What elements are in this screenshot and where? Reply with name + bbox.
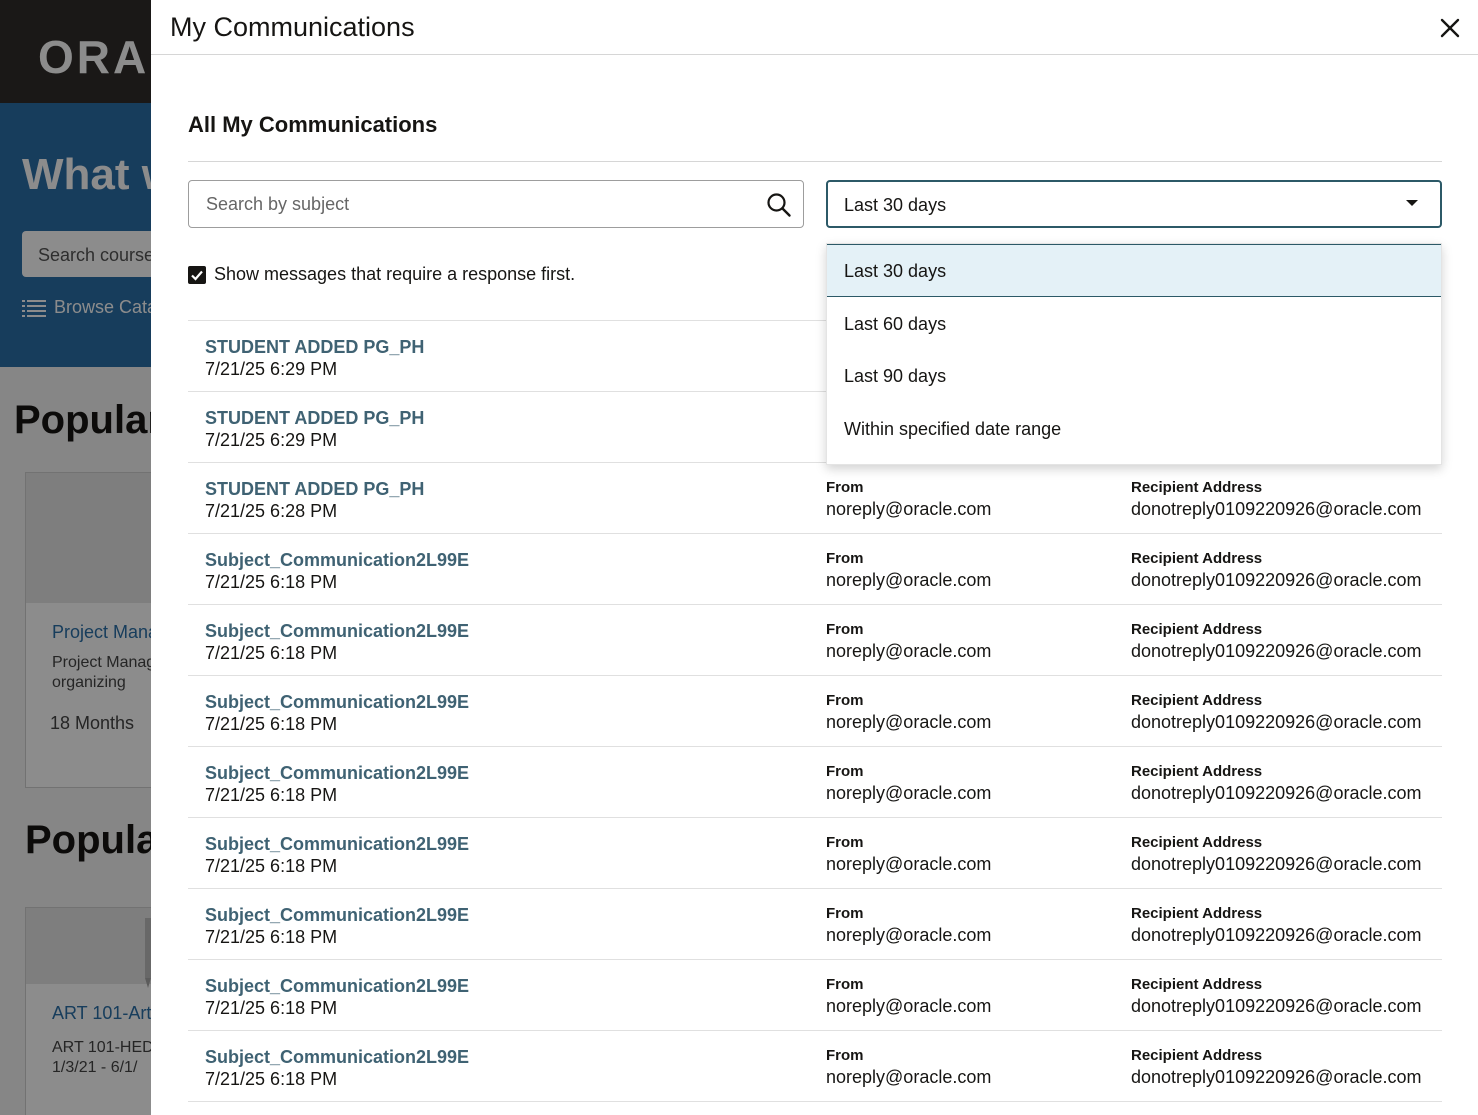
from-label: From — [826, 692, 864, 709]
table-row: Subject_Communication2L99E 7/21/25 6:18 … — [188, 676, 1442, 747]
message-date: 7/21/25 6:29 PM — [205, 359, 338, 379]
divider — [188, 161, 1442, 162]
message-subject-link[interactable]: Subject_Communication2L99E — [205, 905, 469, 926]
message-subject-link[interactable]: STUDENT ADDED PG_PH — [205, 408, 424, 429]
recipient-address: donotreply0109220926@oracle.com — [1131, 641, 1422, 661]
option-last-90-days[interactable]: Last 90 days — [827, 349, 1441, 402]
recipient-label: Recipient Address — [1131, 692, 1263, 709]
option-last-30-days[interactable]: Last 30 days — [827, 244, 1441, 297]
from-address: noreply@oracle.com — [826, 854, 992, 874]
option-last-60-days[interactable]: Last 60 days — [827, 297, 1441, 350]
message-date: 7/21/25 6:18 PM — [205, 714, 338, 734]
recipient-address: donotreply0109220926@oracle.com — [1131, 783, 1422, 803]
from-label: From — [826, 763, 864, 780]
section-title: All My Communications — [188, 112, 438, 137]
message-subject-link[interactable]: Subject_Communication2L99E — [205, 1047, 469, 1068]
table-row: Subject_Communication2L99E 7/21/25 6:18 … — [188, 747, 1442, 818]
message-subject-link[interactable]: Subject_Communication2L99E — [205, 834, 469, 855]
message-date: 7/21/25 6:18 PM — [205, 856, 338, 876]
from-label: From — [826, 1047, 864, 1064]
message-date: 7/21/25 6:18 PM — [205, 643, 338, 663]
close-button[interactable] — [1436, 14, 1464, 42]
response-first-checkbox[interactable] — [188, 265, 206, 284]
search-icon[interactable] — [766, 192, 792, 218]
chevron-down-icon — [1406, 200, 1418, 206]
table-row: Subject_Communication2L99E 7/21/25 6:18 … — [188, 1031, 1442, 1102]
message-subject-link[interactable]: Subject_Communication2L99E — [205, 763, 469, 784]
checkmark-icon — [191, 270, 203, 281]
recipient-label: Recipient Address — [1131, 834, 1263, 851]
from-address: noreply@oracle.com — [826, 925, 992, 945]
recipient-address: donotreply0109220926@oracle.com — [1131, 854, 1422, 874]
from-address: noreply@oracle.com — [826, 499, 992, 519]
date-range-select[interactable]: Last 30 days — [826, 180, 1442, 228]
message-date: 7/21/25 6:29 PM — [205, 430, 338, 450]
message-date: 7/21/25 6:18 PM — [205, 1069, 338, 1089]
from-address: noreply@oracle.com — [826, 783, 992, 803]
recipient-address: donotreply0109220926@oracle.com — [1131, 712, 1422, 732]
recipient-address: donotreply0109220926@oracle.com — [1131, 996, 1422, 1016]
message-date: 7/21/25 6:28 PM — [205, 501, 338, 521]
table-row: Subject_Communication2L99E 7/21/25 6:18 … — [188, 960, 1442, 1031]
from-label: From — [826, 621, 864, 638]
from-address: noreply@oracle.com — [826, 570, 992, 590]
close-icon — [1440, 18, 1460, 38]
table-row: Subject_Communication2L99E 7/21/25 6:18 … — [188, 818, 1442, 889]
response-first-option: Show messages that require a response fi… — [188, 264, 575, 285]
recipient-label: Recipient Address — [1131, 763, 1263, 780]
message-date: 7/21/25 6:18 PM — [205, 572, 338, 592]
recipient-address: donotreply0109220926@oracle.com — [1131, 499, 1422, 519]
from-label: From — [826, 550, 864, 567]
message-date: 7/21/25 6:18 PM — [205, 998, 338, 1018]
recipient-label: Recipient Address — [1131, 905, 1263, 922]
from-address: noreply@oracle.com — [826, 641, 992, 661]
recipient-address: donotreply0109220926@oracle.com — [1131, 570, 1422, 590]
drawer-title: My Communications — [170, 12, 415, 42]
recipient-label: Recipient Address — [1131, 976, 1263, 993]
subject-search — [188, 180, 804, 228]
communications-drawer: My Communications All My Communications … — [151, 0, 1478, 1115]
message-date: 7/21/25 6:18 PM — [205, 927, 338, 947]
from-label: From — [826, 834, 864, 851]
search-input[interactable] — [189, 181, 749, 227]
table-row: Subject_Communication2L99E 7/21/25 6:18 … — [188, 889, 1442, 960]
from-label: From — [826, 479, 864, 496]
table-row: Subject_Communication2L99E 7/21/25 6:18 … — [188, 534, 1442, 605]
date-range-dropdown: Last 30 days Last 60 days Last 90 days W… — [826, 243, 1442, 465]
recipient-label: Recipient Address — [1131, 550, 1263, 567]
from-address: noreply@oracle.com — [826, 712, 992, 732]
message-subject-link[interactable]: Subject_Communication2L99E — [205, 621, 469, 642]
option-date-range[interactable]: Within specified date range — [827, 402, 1441, 455]
recipient-label: Recipient Address — [1131, 621, 1263, 638]
recipient-address: donotreply0109220926@oracle.com — [1131, 1067, 1422, 1087]
from-label: From — [826, 905, 864, 922]
drawer-header: My Communications — [151, 0, 1478, 55]
table-row: Subject_Communication2L99E 7/21/25 6:18 … — [188, 605, 1442, 676]
message-subject-link[interactable]: STUDENT ADDED PG_PH — [205, 479, 424, 500]
date-range-value: Last 30 days — [844, 195, 947, 215]
message-subject-link[interactable]: Subject_Communication2L99E — [205, 692, 469, 713]
table-row: STUDENT ADDED PG_PH 7/21/25 6:28 PM From… — [188, 463, 1442, 534]
recipient-address: donotreply0109220926@oracle.com — [1131, 925, 1422, 945]
from-address: noreply@oracle.com — [826, 996, 992, 1016]
recipient-label: Recipient Address — [1131, 1047, 1263, 1064]
message-subject-link[interactable]: Subject_Communication2L99E — [205, 550, 469, 571]
message-subject-link[interactable]: STUDENT ADDED PG_PH — [205, 337, 424, 358]
checkbox-label[interactable]: Show messages that require a response fi… — [214, 264, 575, 285]
from-address: noreply@oracle.com — [826, 1067, 992, 1087]
message-subject-link[interactable]: Subject_Communication2L99E — [205, 976, 469, 997]
message-date: 7/21/25 6:18 PM — [205, 785, 338, 805]
from-label: From — [826, 976, 864, 993]
recipient-label: Recipient Address — [1131, 479, 1263, 496]
